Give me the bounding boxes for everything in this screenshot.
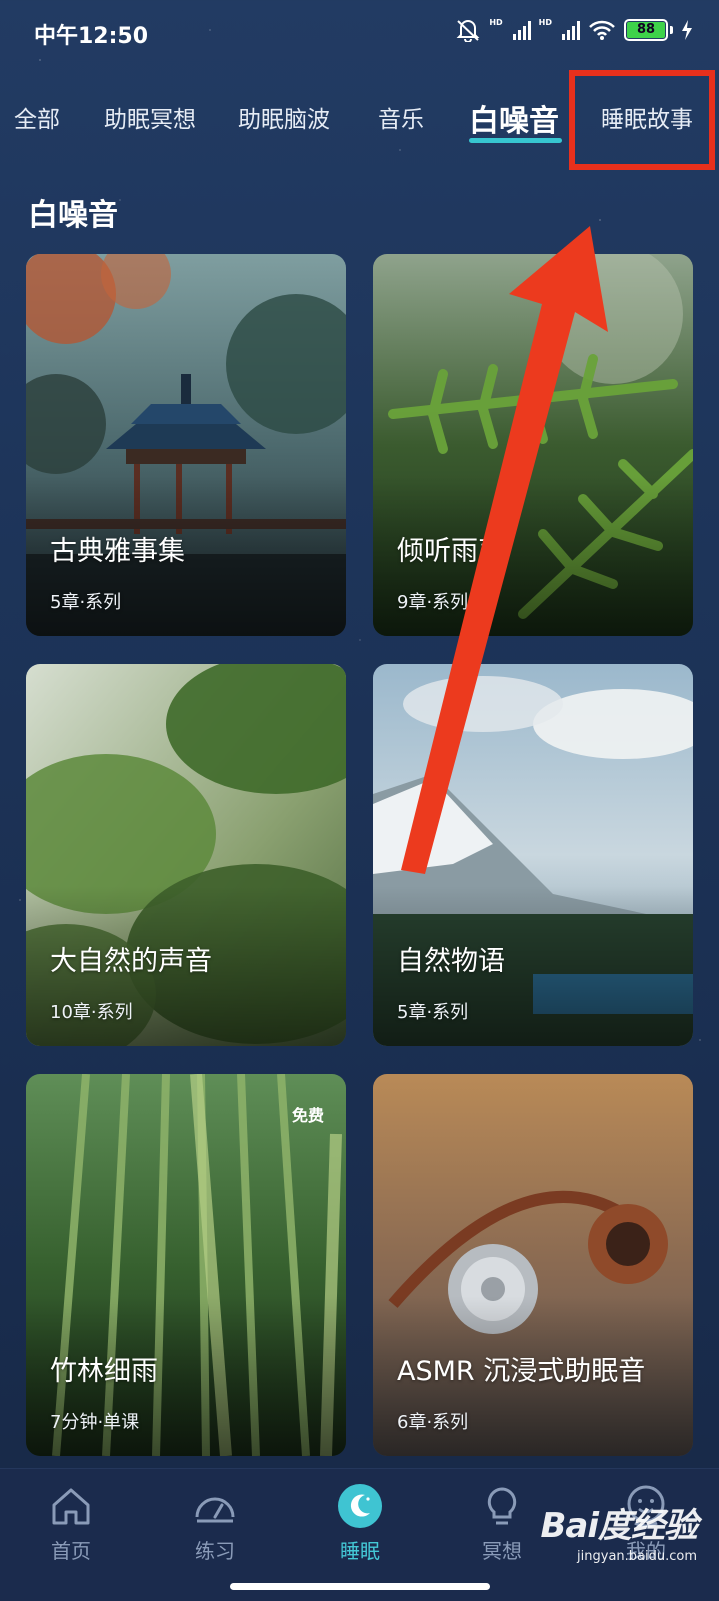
nav-label: 睡眠 — [340, 1539, 380, 1563]
free-badge: 免费 — [291, 1106, 324, 1125]
mute-bell-icon — [456, 20, 480, 42]
card-title: 倾听雨声 — [397, 536, 505, 567]
watermark-logo: Bai度经验 — [540, 1506, 698, 1546]
baidu-watermark: Bai度经验 jingyan.baidu.com — [540, 1498, 698, 1564]
nav-label: 首页 — [51, 1539, 91, 1563]
card-meta: 6章·系列 — [397, 1412, 469, 1433]
tab-sleep-meditation[interactable]: 助眠冥想 — [104, 100, 196, 134]
hd-label-1: HD — [489, 18, 503, 27]
card-nature-tales[interactable]: 自然物语 5章·系列 — [373, 664, 693, 1046]
lightbulb-icon — [487, 1487, 517, 1525]
card-meta: 9章·系列 — [397, 592, 469, 613]
watermark-url: jingyan.baidu.com — [577, 1549, 697, 1564]
card-title: ASMR 沉浸式助眠音 — [397, 1356, 646, 1387]
nav-meditation[interactable]: 冥想 — [452, 1483, 552, 1564]
tab-all[interactable]: 全部 — [14, 100, 60, 134]
tab-white-noise[interactable]: 白噪音 — [469, 96, 559, 140]
status-bar: 中午12:50 HD HD 88 — [0, 0, 719, 64]
nav-label: 练习 — [195, 1539, 235, 1563]
card-title: 竹林细雨 — [50, 1356, 158, 1387]
card-meta: 7分钟·单课 — [50, 1412, 140, 1433]
status-icons: HD HD 88 — [455, 18, 693, 42]
card-listen-rain[interactable]: 倾听雨声 9章·系列 — [373, 254, 693, 636]
gauge-icon — [195, 1497, 235, 1523]
card-title: 古典雅事集 — [50, 536, 185, 567]
card-classical-pavilion[interactable]: 古典雅事集 5章·系列 — [26, 254, 346, 636]
annotation-highlight-box — [569, 70, 715, 170]
card-meta: 10章·系列 — [50, 1002, 133, 1023]
card-meta: 5章·系列 — [50, 592, 122, 613]
hd-label-2: HD — [538, 18, 552, 27]
card-nature-sounds[interactable]: 大自然的声音 10章·系列 — [26, 664, 346, 1046]
charging-icon — [682, 20, 692, 40]
card-asmr[interactable]: ASMR 沉浸式助眠音 6章·系列 — [373, 1074, 693, 1456]
card-title: 自然物语 — [397, 946, 505, 977]
home-indicator[interactable] — [230, 1583, 490, 1590]
card-bamboo-rain[interactable]: 免费 竹林细雨 7分钟·单课 — [26, 1074, 346, 1456]
moon-icon — [338, 1484, 382, 1528]
battery-level: 88 — [627, 22, 665, 38]
tab-music[interactable]: 音乐 — [378, 100, 424, 134]
wifi-icon — [589, 20, 615, 40]
card-meta: 5章·系列 — [397, 1002, 469, 1023]
battery-icon: 88 — [624, 19, 673, 41]
section-title: 白噪音 — [28, 198, 118, 233]
status-time: 中午12:50 — [34, 24, 149, 49]
nav-sleep[interactable]: 睡眠 — [310, 1483, 410, 1564]
home-icon — [52, 1488, 90, 1525]
tab-sleep-brainwave[interactable]: 助眠脑波 — [238, 100, 330, 134]
nav-label: 冥想 — [482, 1539, 522, 1563]
nav-practice[interactable]: 练习 — [165, 1483, 265, 1564]
signal-icon-2 — [562, 20, 580, 40]
signal-icon — [512, 20, 531, 40]
active-tab-indicator — [469, 138, 562, 143]
nav-home[interactable]: 首页 — [21, 1483, 121, 1564]
card-title: 大自然的声音 — [50, 946, 212, 977]
